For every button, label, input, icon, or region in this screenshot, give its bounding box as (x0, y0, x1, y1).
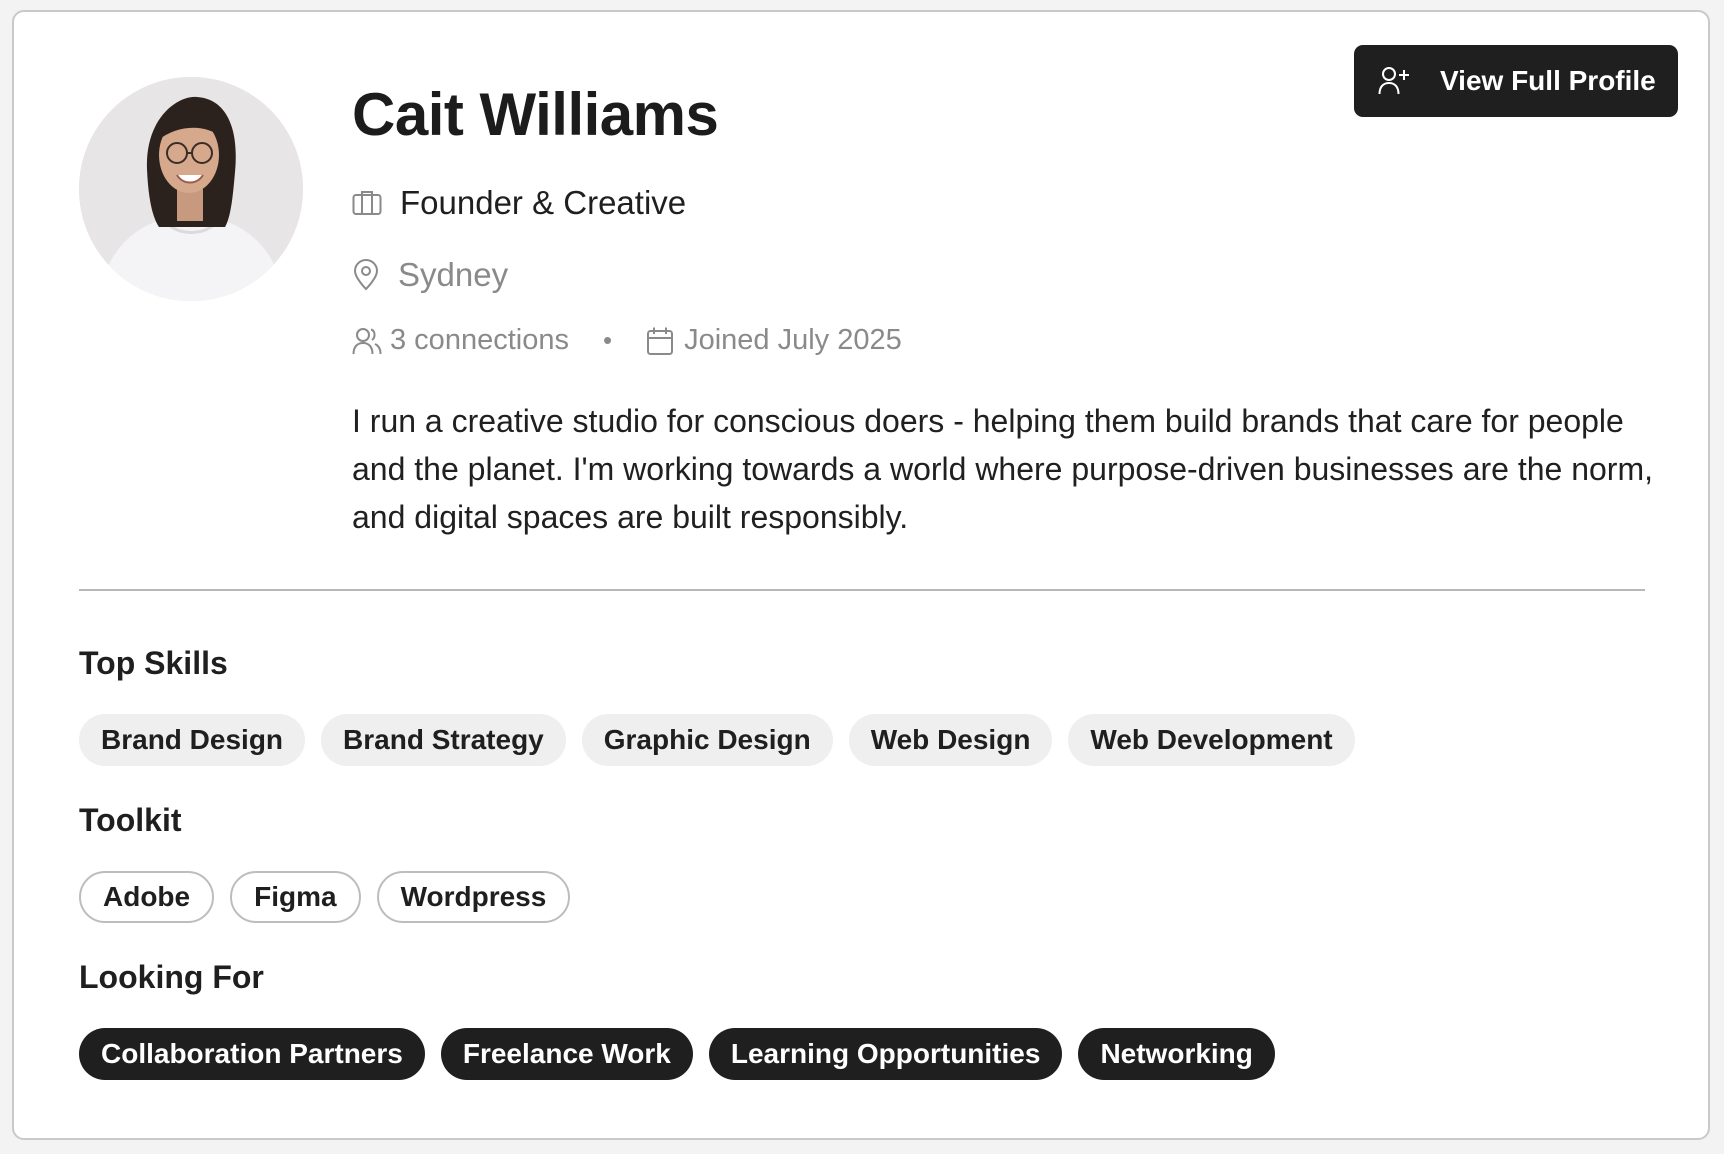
section-divider (79, 589, 1645, 591)
skill-chip[interactable]: Graphic Design (581, 714, 833, 766)
top-skills-list: Brand Design Brand Strategy Graphic Desi… (79, 714, 1355, 766)
connections-count: 3 connections (390, 324, 569, 356)
meta-separator: • (602, 325, 613, 355)
looking-for-list: Collaboration Partners Freelance Work Le… (79, 1028, 1275, 1080)
top-skills-title: Top Skills (79, 645, 228, 681)
toolkit-chip[interactable]: Wordpress (376, 871, 571, 923)
toolkit-chip[interactable]: Adobe (79, 871, 215, 923)
skill-chip[interactable]: Web Development (1068, 714, 1355, 766)
map-pin-icon (353, 259, 379, 291)
avatar (79, 77, 303, 301)
toolkit-title: Toolkit (79, 802, 182, 838)
users-icon (352, 327, 382, 354)
profile-role: Founder & Creative (400, 184, 687, 221)
role-row: Founder & Creative (352, 184, 686, 222)
looking-for-chip[interactable]: Networking (1078, 1028, 1275, 1080)
skill-chip[interactable]: Brand Strategy (321, 714, 566, 766)
view-full-profile-label: View Full Profile (1440, 65, 1656, 96)
profile-location: Sydney (398, 256, 509, 293)
avatar-photo (79, 77, 303, 301)
skill-chip[interactable]: Brand Design (79, 714, 306, 766)
skill-chip[interactable]: Web Design (848, 714, 1053, 766)
looking-for-chip[interactable]: Learning Opportunities (708, 1028, 1063, 1080)
looking-for-chip[interactable]: Freelance Work (440, 1028, 693, 1080)
looking-for-title: Looking For (79, 959, 264, 995)
joined-date: Joined July 2025 (684, 324, 902, 356)
view-full-profile-button[interactable]: View Full Profile (1354, 45, 1678, 117)
calendar-icon (647, 327, 674, 355)
profile-card: Cait Williams Founder & Creative Sydney … (12, 10, 1710, 1140)
briefcase-icon (352, 191, 382, 215)
looking-for-chip[interactable]: Collaboration Partners (79, 1028, 425, 1080)
user-plus-icon (1378, 67, 1409, 95)
toolkit-list: Adobe Figma Wordpress (79, 871, 571, 923)
toolkit-chip[interactable]: Figma (230, 871, 361, 923)
profile-name: Cait Williams (352, 81, 719, 148)
profile-bio: I run a creative studio for conscious do… (352, 403, 1653, 535)
meta-row: 3 connections • Joined July 2025 (352, 324, 902, 357)
location-row: Sydney (352, 256, 508, 294)
